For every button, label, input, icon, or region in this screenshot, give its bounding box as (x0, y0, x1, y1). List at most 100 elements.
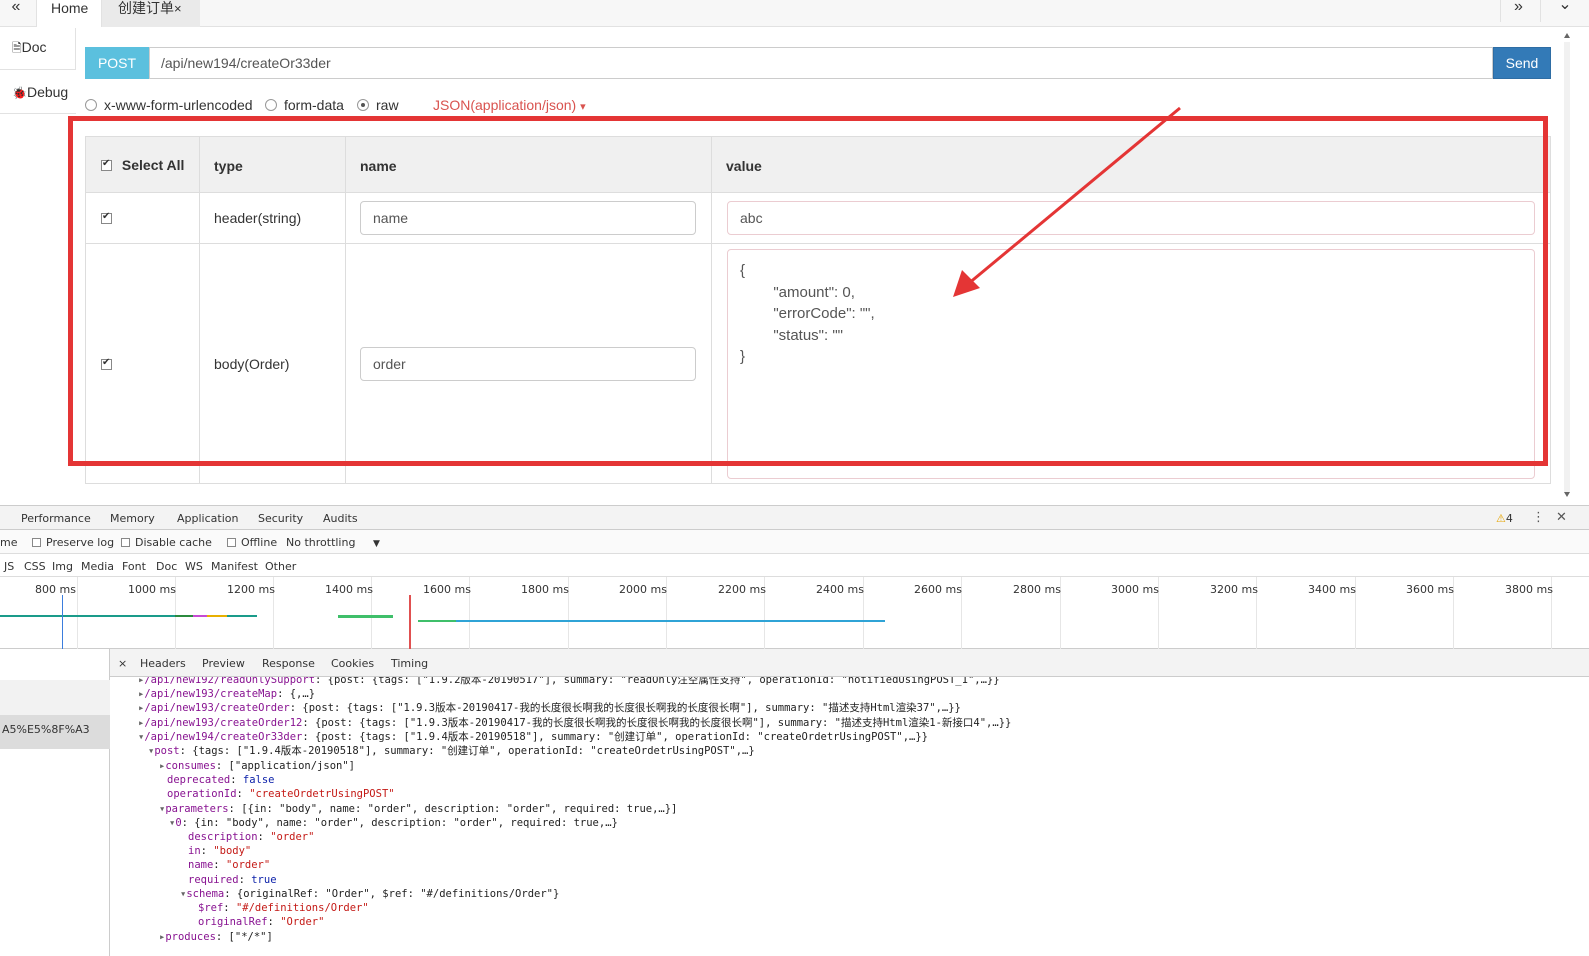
radio-urlencoded[interactable]: x-www-form-urlencoded (85, 97, 253, 113)
tree-row[interactable]: ▾parameters: [{in: "body", name: "order"… (159, 802, 677, 816)
scroll-tabs-right-button[interactable]: » (1500, 0, 1536, 22)
tree-row: $ref: "#/definitions/Order" (198, 901, 369, 915)
tree-row[interactable]: ▸/api/new193/createMap: {,…} (138, 687, 315, 701)
offline-box[interactable] (227, 538, 236, 547)
tree-key: /api/new193/createMap (144, 688, 278, 700)
tree-value: : (213, 859, 226, 871)
tree-value: : (223, 902, 236, 914)
row-checkbox[interactable] (101, 211, 112, 224)
tree-row[interactable]: ▾post: {tags: ["1.9.4版本-20190518"], summ… (148, 744, 755, 758)
filter-css[interactable]: CSS (24, 560, 46, 573)
debug-tab[interactable]: 🐞Debug (0, 70, 76, 114)
tree-row[interactable]: ▾0: {in: "body", name: "order", descript… (169, 816, 618, 830)
tab-close-icon[interactable]: × (174, 1, 182, 16)
filter-js[interactable]: JS (4, 560, 14, 573)
devtools-tab-performance[interactable]: Performance (21, 512, 91, 525)
tree-string-value: "body" (213, 845, 252, 857)
tree-row[interactable]: ▾schema: {originalRef: "Order", $ref: "#… (180, 887, 559, 901)
tree-row[interactable]: ▸produces: ["*/*"] (159, 930, 273, 944)
warning-icon: ⚠ (1496, 512, 1506, 525)
radio-circle[interactable] (85, 99, 97, 111)
filter-ws[interactable]: WS (185, 560, 203, 573)
filter-media[interactable]: Media (81, 560, 114, 573)
close-devtools-icon[interactable]: ✕ (1556, 510, 1567, 525)
tree-key: description (188, 831, 258, 843)
tree-row[interactable]: ▸/api/new192/readOnlySupport: {post: {ta… (138, 677, 1000, 687)
radio-raw[interactable]: raw (357, 97, 399, 113)
tree-row[interactable]: ▸/api/new193/createOrder: {post: {tags: … (138, 701, 961, 715)
more-options-icon[interactable]: ⋮ (1532, 510, 1545, 525)
content-type-label: JSON(application/json) (433, 97, 577, 113)
tab-home[interactable]: Home (36, 0, 102, 27)
tree-row[interactable]: ▾/api/new194/createOr33der: {post: {tags… (138, 730, 928, 744)
preserve-log-box[interactable] (32, 538, 41, 547)
url-input[interactable] (149, 47, 1493, 79)
param-name-input[interactable]: order (360, 347, 696, 381)
tree-value: : {in: "body", name: "order", descriptio… (181, 817, 618, 829)
tree-string-value: "order" (270, 831, 315, 843)
tree-key: deprecated (167, 774, 231, 786)
scrollbar-track[interactable] (1560, 30, 1572, 500)
page-scrollbar[interactable] (1560, 30, 1572, 500)
radio-form-data[interactable]: form-data (265, 97, 344, 113)
list-item[interactable] (0, 680, 110, 715)
filter-other[interactable]: Other (265, 560, 296, 573)
disable-cache-box[interactable] (121, 538, 130, 547)
detail-tab-headers[interactable]: Headers (140, 657, 186, 670)
tree-row[interactable]: ▸/api/new193/createOrder12: {post: {tags… (138, 716, 1011, 730)
scroll-tabs-left-button[interactable]: « (0, 0, 32, 22)
response-preview-tree: ▸/api/new192/readOnlySupport: {post: {ta… (110, 677, 1565, 956)
request-list[interactable]: A5%E5%8F%A3 (0, 649, 110, 956)
params-table-header (86, 137, 1550, 193)
select-all[interactable]: Select All (101, 157, 184, 173)
type-filter-bar: JS CSS Img Media Font Doc WS Manifest Ot… (0, 554, 1589, 577)
filter-img[interactable]: Img (52, 560, 73, 573)
warnings-counter[interactable]: ⚠4 (1496, 512, 1513, 525)
tree-literal-value: false (242, 774, 275, 786)
tree-key: /api/new194/createOr33der (144, 731, 303, 743)
devtools-tab-security[interactable]: Security (258, 512, 303, 525)
filter-doc[interactable]: Doc (156, 560, 177, 573)
select-all-checkbox[interactable] (101, 158, 112, 171)
network-timeline[interactable]: 800 ms 1000 ms 1200 ms 1400 ms 1600 ms 1… (0, 577, 1589, 649)
json-body-textarea[interactable]: { "amount": 0, "errorCode": "", "status"… (727, 249, 1535, 479)
filter-font[interactable]: Font (122, 560, 146, 573)
tree-key: post (154, 745, 180, 757)
content-type-dropdown[interactable]: JSON(application/json) ▾ (433, 97, 586, 113)
row-checkbox[interactable] (101, 357, 112, 370)
send-button[interactable]: Send (1493, 47, 1551, 79)
tab-menu-button[interactable]: ⌄ (1540, 0, 1589, 22)
tree-string-value: "#/definitions/Order" (235, 902, 369, 914)
throttling-select[interactable]: No throttling ▼ (286, 536, 380, 549)
tree-row: description: "order" (188, 830, 314, 844)
filter-manifest[interactable]: Manifest (211, 560, 258, 573)
detail-tab-preview[interactable]: Preview (202, 657, 245, 670)
tree-key: $ref (198, 902, 224, 914)
radio-circle[interactable] (265, 99, 277, 111)
detail-tab-timing[interactable]: Timing (391, 657, 428, 670)
tree-row: deprecated: false (167, 773, 274, 787)
param-name-input[interactable]: name (360, 201, 696, 235)
devtools-tab-memory[interactable]: Memory (110, 512, 155, 525)
tree-row: originalRef: "Order" (198, 915, 324, 929)
tree-key: in (188, 845, 201, 857)
offline-checkbox[interactable]: Offline (227, 536, 277, 549)
tree-row[interactable]: ▸consumes: ["application/json"] (159, 759, 355, 773)
detail-tab-response[interactable]: Response (262, 657, 315, 670)
preserve-log-checkbox[interactable]: Preserve log (32, 536, 114, 549)
detail-tab-cookies[interactable]: Cookies (331, 657, 374, 670)
tree-string-value: "Order" (280, 916, 325, 928)
tab-create-order[interactable]: 创建订单× (102, 0, 200, 27)
devtools-tab-audits[interactable]: Audits (323, 512, 358, 525)
close-detail-icon[interactable]: × (118, 657, 127, 670)
disable-cache-checkbox[interactable]: Disable cache (121, 536, 212, 549)
tree-value: : {post: {tags: ["1.9.2版本-20190517"], su… (315, 677, 1000, 686)
radio-circle-selected[interactable] (357, 99, 369, 111)
tree-key: /api/new193/createOrder (144, 702, 290, 714)
param-value-input[interactable]: abc (727, 201, 1535, 235)
tree-value: : (236, 788, 250, 800)
devtools-tab-application[interactable]: Application (177, 512, 238, 525)
list-item-selected[interactable]: A5%E5%8F%A3 (0, 715, 110, 749)
tree-key: operationId (167, 788, 237, 800)
doc-tab[interactable]: 🗎Doc (0, 28, 76, 70)
